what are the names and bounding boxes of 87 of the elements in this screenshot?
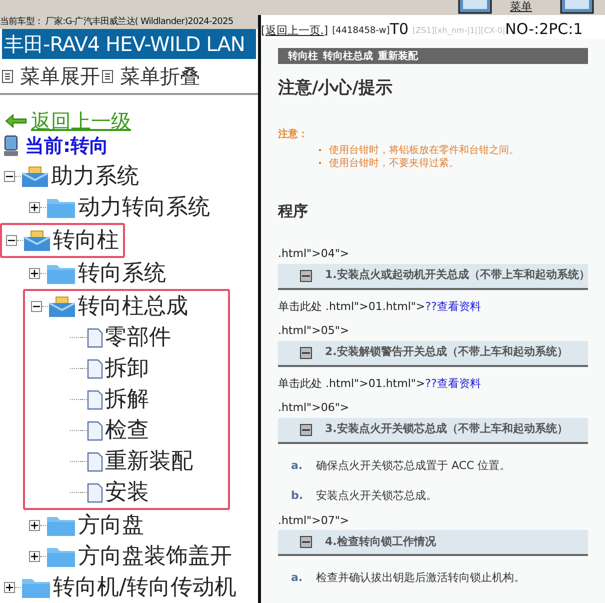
- breadcrumb-item: 转向柱: [288, 50, 318, 64]
- menu-list-icon: [102, 70, 113, 83]
- back-page-link[interactable]: [返回上一页.]: [261, 22, 328, 39]
- view-info-link[interactable]: ??查看资料: [425, 298, 481, 315]
- code-text: .html">07">: [278, 512, 350, 528]
- expand-toggle-icon[interactable]: [29, 202, 40, 213]
- folder-icon: [21, 576, 51, 598]
- caution-text: 使用台钳时，将铝板放在零件和台钳之间。: [329, 144, 519, 156]
- collapse-toggle-icon[interactable]: [6, 235, 17, 246]
- breadcrumb-item: 转向柱总成: [323, 50, 373, 64]
- model-banner: 丰田-RAV4 HEV-WILD LAN: [2, 29, 256, 60]
- tree-item[interactable]: 助力系统: [51, 166, 139, 188]
- instruction-text: 单击此处 .html">01.html">: [278, 298, 426, 314]
- caution-label: 注意：: [278, 127, 309, 142]
- collapse-icon[interactable]: [300, 536, 312, 548]
- step-letter: b.: [291, 488, 304, 504]
- current-location: 当前:转向: [25, 134, 109, 159]
- tree-item[interactable]: 方向盘装饰盖开: [78, 546, 232, 568]
- menu-action[interactable]: 菜单展开: [20, 61, 100, 92]
- document-icon: [87, 452, 103, 472]
- tree-item[interactable]: 动力转向系统: [78, 196, 210, 218]
- step-header[interactable]: 2.安装解锁警告开关总成（不带上车和起动系统）: [278, 340, 588, 366]
- view-info-link[interactable]: ??查看资料: [425, 376, 481, 392]
- document-icon: [87, 420, 103, 440]
- step-header[interactable]: 1.安装点火或起动机开关总成（不带上车和起动系统）: [278, 264, 588, 290]
- open-folder-icon: [21, 166, 49, 188]
- code-text: .html">05">: [278, 323, 350, 339]
- step-title: 2.安装解锁警告开关总成（不带上车和起动系统）: [325, 344, 568, 360]
- expand-toggle-icon[interactable]: [29, 520, 40, 531]
- window-icon[interactable]: [560, 0, 594, 14]
- folder-icon: [46, 546, 76, 568]
- page-code-text: NO-:2PC:1: [505, 22, 583, 37]
- expand-toggle-icon[interactable]: [4, 582, 15, 593]
- folder-icon: [46, 514, 76, 536]
- notice-heading: 注意/小心/提示: [278, 77, 394, 100]
- collapse-toggle-icon[interactable]: [4, 171, 15, 182]
- breadcrumb-item: 重新装配: [378, 49, 418, 64]
- open-folder-icon: [48, 296, 76, 318]
- menu-action[interactable]: 菜单折叠: [120, 61, 200, 92]
- folder-icon: [46, 262, 76, 284]
- params-text: [ZS1][xh_nm-|1|][CX-0|: [412, 25, 506, 37]
- tree-item[interactable]: 转向系统: [78, 262, 166, 284]
- document-icon: [87, 482, 103, 502]
- tree-item[interactable]: 转向机/转向传动机: [53, 576, 236, 598]
- collapse-icon[interactable]: [300, 346, 312, 358]
- collapse-icon[interactable]: [300, 424, 312, 436]
- doc-id-text: [4418458-w]: [332, 26, 390, 38]
- document-icon: [87, 390, 103, 410]
- window-icon[interactable]: [458, 0, 492, 14]
- tree-item[interactable]: 拆解: [105, 388, 149, 410]
- collapse-icon[interactable]: [300, 270, 312, 282]
- car-model-text: 当前车型： 厂家:G-广汽丰田威兰达( Wildlander)2024-2025: [0, 15, 258, 29]
- tree-item[interactable]: 重新装配: [105, 450, 193, 472]
- caution-text: 使用台钳时，不要夹得过紧。: [329, 156, 459, 170]
- step-text: 安装点火开关锁芯总成。: [316, 488, 437, 504]
- tree-item[interactable]: 检查: [105, 420, 149, 442]
- step-header[interactable]: 3.安装点火开关锁芯总成（不带上车和起动系统）: [278, 418, 588, 444]
- back-link[interactable]: 返回上一级: [31, 106, 131, 136]
- expand-toggle-icon[interactable]: [29, 268, 40, 279]
- expand-toggle-icon[interactable]: [29, 551, 40, 562]
- computer-icon: [3, 135, 19, 157]
- open-folder-icon: [23, 230, 51, 252]
- step-header[interactable]: 4.检查转向锁工作情况: [278, 530, 588, 556]
- document-icon: [87, 358, 103, 378]
- collapse-toggle-icon[interactable]: [31, 301, 42, 312]
- code-text: .html">06">: [278, 400, 350, 416]
- menu-label[interactable]: 菜单: [510, 0, 532, 13]
- document-icon: [87, 328, 103, 348]
- t-code-text: T0: [390, 22, 409, 37]
- tree-item[interactable]: 拆卸: [105, 358, 149, 380]
- tree-item[interactable]: 方向盘: [78, 514, 144, 536]
- step-title: 3.安装点火开关锁芯总成（不带上车和起动系统）: [325, 421, 568, 438]
- step-letter: a.: [291, 458, 304, 474]
- folder-icon: [46, 196, 76, 218]
- step-title: 1.安装点火或起动机开关总成（不带上车和起动系统）: [325, 267, 590, 284]
- back-arrow-icon[interactable]: [5, 114, 27, 128]
- tree-item[interactable]: 零部件: [105, 326, 171, 348]
- step-letter: a.: [291, 570, 304, 586]
- step-text: 检查并确认拔出钥匙后激活转向锁止机构。: [316, 570, 525, 586]
- code-text: .html">04">: [278, 246, 350, 262]
- step-title: 4.检查转向锁工作情况: [325, 534, 436, 550]
- tree-item[interactable]: 安装: [105, 482, 149, 504]
- tree-item[interactable]: 转向柱: [53, 230, 119, 252]
- tree-item[interactable]: 转向柱总成: [78, 296, 188, 318]
- step-text: 确保点火开关锁芯总成置于 ACC 位置。: [316, 458, 511, 474]
- procedure-heading: 程序: [278, 200, 309, 222]
- instruction-text: 单击此处 .html">01.html">: [278, 376, 426, 392]
